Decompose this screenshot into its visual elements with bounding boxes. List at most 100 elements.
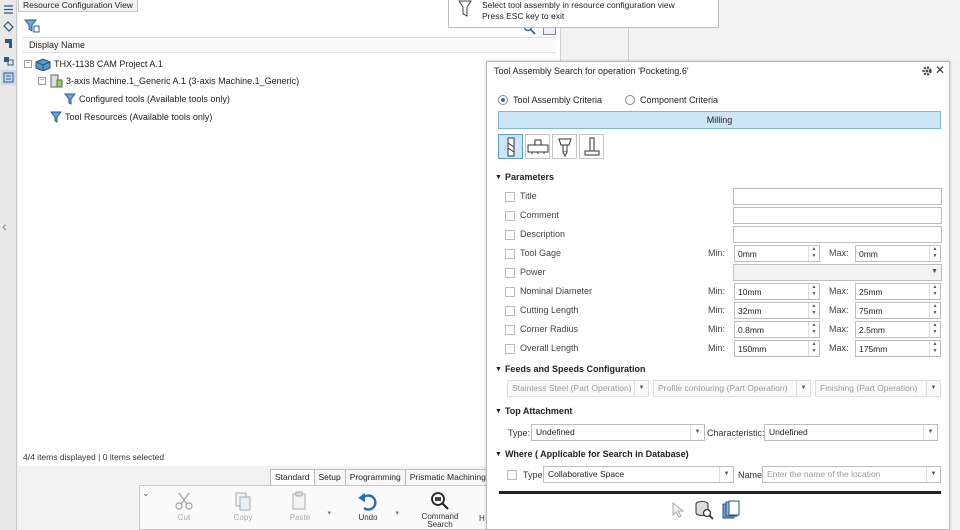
catalog-button[interactable] bbox=[720, 499, 742, 521]
radio-icon[interactable] bbox=[498, 95, 508, 105]
where-type-checkbox[interactable] bbox=[507, 470, 517, 480]
cut-button[interactable]: Cut bbox=[159, 489, 209, 522]
chevron-down-icon: ▼ bbox=[634, 381, 648, 396]
spinner-arrows-icon[interactable]: ▲ ▼ bbox=[808, 284, 819, 299]
cutting-length-checkbox[interactable] bbox=[505, 306, 515, 316]
description-checkbox[interactable] bbox=[505, 230, 515, 240]
paste-button[interactable]: Paste ▾ bbox=[275, 489, 331, 522]
t-slot-button[interactable] bbox=[579, 134, 604, 159]
corner-radius-max-input[interactable]: 2.5mm ▲ ▼ bbox=[855, 321, 941, 338]
section-title: Feeds and Speeds Configuration bbox=[504, 364, 646, 374]
chevron-down-icon[interactable]: ⌄ bbox=[142, 488, 150, 499]
more-tools-label[interactable]: H bbox=[479, 514, 485, 523]
end-mill-icon bbox=[507, 137, 514, 156]
nominal-diameter-min-input[interactable]: 10mm ▲ ▼ bbox=[734, 283, 820, 300]
tree-row-machine[interactable]: − 3-axis Machine.1_Generic A.1 (3-axis M… bbox=[38, 74, 299, 88]
select-pointer-button[interactable] bbox=[667, 499, 689, 521]
power-select[interactable]: ▼ bbox=[733, 264, 942, 281]
spinner-arrows-icon[interactable]: ▲ ▼ bbox=[929, 284, 940, 299]
tool-gage-min-input[interactable]: 0mm ▲ ▼ bbox=[734, 245, 820, 262]
corner-radius-checkbox[interactable] bbox=[505, 325, 515, 335]
end-mill-button[interactable] bbox=[498, 134, 523, 159]
overall-length-checkbox[interactable] bbox=[505, 344, 515, 354]
tool-gage-max-input[interactable]: 0mm ▲ ▼ bbox=[855, 245, 941, 262]
characteristic-select[interactable]: Undefined ▼ bbox=[764, 424, 938, 441]
database-search-button[interactable] bbox=[693, 499, 715, 521]
resource-icon[interactable] bbox=[1, 53, 16, 68]
radio-tool-assembly-criteria[interactable]: Tool Assembly Criteria bbox=[498, 95, 602, 105]
tree-toggle[interactable]: − bbox=[24, 60, 32, 68]
spinner-arrows-icon[interactable]: ▲ ▼ bbox=[808, 322, 819, 337]
material-select[interactable]: Stainless Steel (Part Operation) ▼ bbox=[507, 380, 649, 397]
param-label: Overall Length bbox=[520, 343, 579, 353]
attachment-type-select[interactable]: Undefined ▼ bbox=[531, 424, 705, 441]
section-feeds-speeds[interactable]: ▼ Feeds and Speeds Configuration bbox=[495, 364, 645, 374]
overall-length-min-input[interactable]: 150mm ▲ ▼ bbox=[734, 340, 820, 357]
list-icon[interactable] bbox=[1, 2, 16, 17]
drill-button[interactable] bbox=[552, 134, 577, 159]
operation-select[interactable]: Profile contouring (Part Operation) ▼ bbox=[653, 380, 811, 397]
spinner-arrows-icon[interactable]: ▲ ▼ bbox=[929, 322, 940, 337]
copy-button[interactable]: Copy bbox=[218, 489, 268, 522]
where-type-select[interactable]: Collaborative Space ▼ bbox=[543, 466, 734, 483]
title-input[interactable] bbox=[733, 188, 942, 205]
description-input[interactable] bbox=[733, 226, 942, 243]
attachment-type-label: Type: bbox=[508, 428, 531, 438]
nominal-diameter-max-input[interactable]: 25mm ▲ ▼ bbox=[855, 283, 941, 300]
corner-radius-min-input[interactable]: 0.8mm ▲ ▼ bbox=[734, 321, 820, 338]
cutting-length-max-input[interactable]: 75mm ▲ ▼ bbox=[855, 302, 941, 319]
panel-icon[interactable] bbox=[1, 70, 16, 85]
filter-icon[interactable] bbox=[23, 17, 41, 34]
tree-row-project[interactable]: − THX-1138 CAM Project A.1 bbox=[24, 57, 163, 71]
gear-icon[interactable] bbox=[921, 65, 933, 77]
tool-icon[interactable] bbox=[1, 36, 16, 51]
dialog-separator bbox=[499, 491, 941, 494]
radio-icon[interactable] bbox=[625, 95, 635, 105]
chevron-down-icon[interactable]: ▾ bbox=[395, 509, 399, 517]
quality-select[interactable]: Finishing (Part Operation) ▼ bbox=[815, 380, 941, 397]
resource-view-tab[interactable]: Resource Configuration View bbox=[18, 0, 138, 12]
chevron-down-icon[interactable]: ▾ bbox=[327, 509, 331, 517]
overall-length-max-input[interactable]: 175mm ▲ ▼ bbox=[855, 340, 941, 357]
comment-checkbox[interactable] bbox=[505, 211, 515, 221]
tree-row-tool-resources[interactable]: Tool Resources (Available tools only) bbox=[50, 110, 212, 124]
face-mill-button[interactable] bbox=[525, 134, 550, 159]
tree-label: Configured tools (Available tools only) bbox=[79, 94, 230, 104]
tab-setup[interactable]: Setup bbox=[313, 469, 346, 485]
tree-row-configured-tools[interactable]: Configured tools (Available tools only) bbox=[64, 92, 230, 106]
command-search-button[interactable]: Command Search bbox=[415, 489, 465, 529]
spinner-arrows-icon[interactable]: ▲ ▼ bbox=[808, 303, 819, 318]
section-parameters[interactable]: ▼ Parameters bbox=[495, 172, 554, 182]
spinner-arrows-icon[interactable]: ▲ ▼ bbox=[929, 303, 940, 318]
power-checkbox[interactable] bbox=[505, 268, 515, 278]
spinner-arrows-icon[interactable]: ▲ ▼ bbox=[929, 246, 940, 261]
spinner-arrows-icon[interactable]: ▲ ▼ bbox=[929, 341, 940, 356]
tag-icon[interactable] bbox=[1, 19, 16, 34]
tab-standard[interactable]: Standard bbox=[270, 469, 315, 485]
tooltip-line1: Select tool assembly in resource configu… bbox=[482, 0, 675, 10]
tree-toggle[interactable]: − bbox=[38, 77, 46, 85]
section-top-attachment[interactable]: ▼ Top Attachment bbox=[495, 406, 572, 416]
param-overall-length: Overall Length Min: 150mm ▲ ▼ Max: 175mm ▲ ▼ bbox=[505, 340, 941, 357]
radio-component-criteria[interactable]: Component Criteria bbox=[625, 95, 718, 105]
nominal-diameter-checkbox[interactable] bbox=[505, 287, 515, 297]
spin-value: 175mm bbox=[859, 344, 888, 354]
comment-input[interactable] bbox=[733, 207, 942, 224]
where-name-input[interactable]: Enter the name of the location ▼ bbox=[762, 466, 941, 483]
chevron-down-icon: ▼ bbox=[926, 467, 940, 482]
undo-button[interactable]: Undo ▾ bbox=[343, 489, 399, 522]
tool-gage-checkbox[interactable] bbox=[505, 249, 515, 259]
close-icon[interactable]: ✕ bbox=[935, 64, 945, 77]
tab-prismatic-machining[interactable]: Prismatic Machining bbox=[404, 469, 495, 485]
spinner-arrows-icon[interactable]: ▲ ▼ bbox=[808, 341, 819, 356]
command-search-icon bbox=[431, 492, 449, 510]
column-header-display-name[interactable]: Display Name bbox=[23, 37, 556, 53]
title-checkbox[interactable] bbox=[505, 192, 515, 202]
cutting-length-min-input[interactable]: 32mm ▲ ▼ bbox=[734, 302, 820, 319]
spinner-arrows-icon[interactable]: ▲ ▼ bbox=[808, 246, 819, 261]
collapse-left-icon[interactable]: ‹ bbox=[2, 218, 7, 234]
funnel-icon bbox=[50, 111, 62, 123]
category-milling[interactable]: Milling bbox=[498, 111, 941, 129]
tab-programming[interactable]: Programming bbox=[344, 469, 406, 485]
section-where[interactable]: ▼ Where ( Applicable for Search in Datab… bbox=[495, 449, 689, 459]
